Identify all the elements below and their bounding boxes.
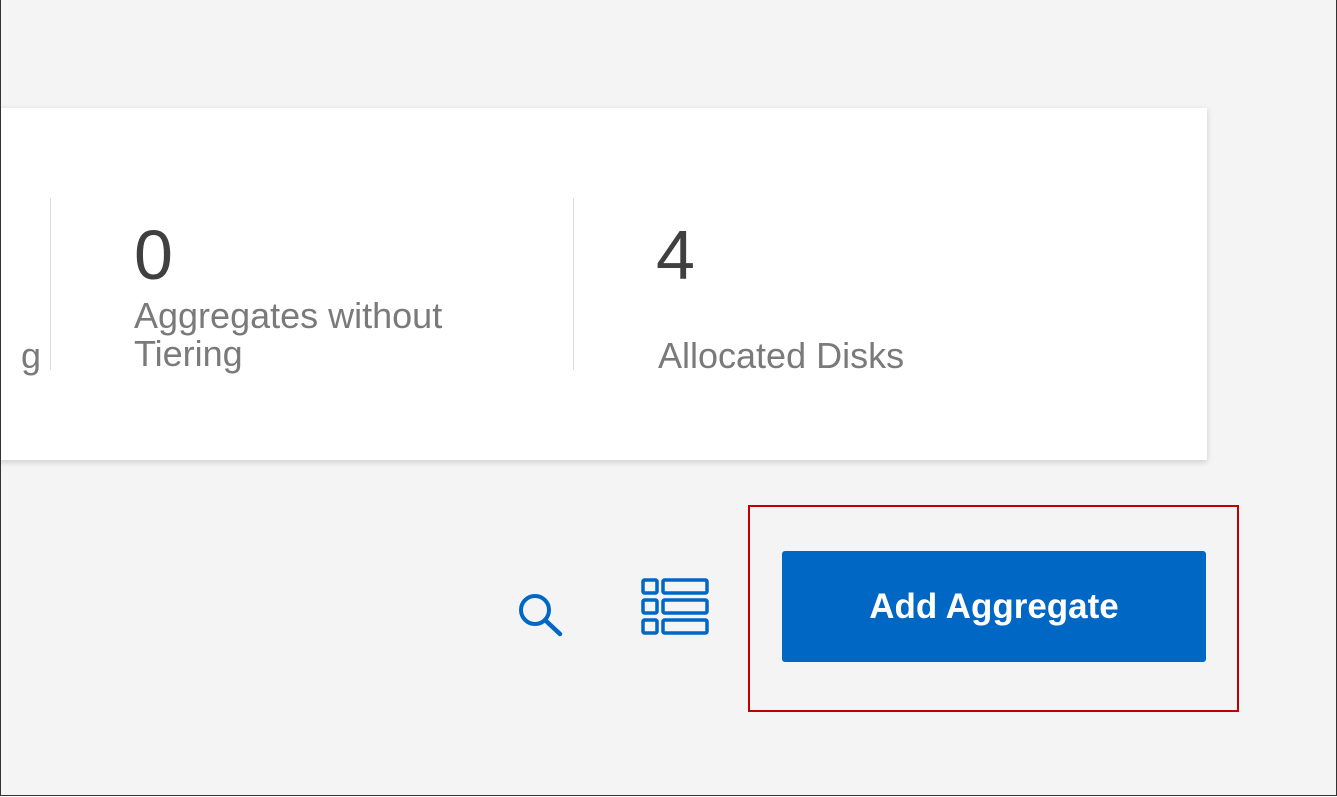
- stat-label-truncated: g: [21, 335, 42, 376]
- stat-value-aggregates-without-tiering: 0: [134, 216, 173, 294]
- stat-label-allocated-disks: Allocated Disks: [658, 335, 905, 376]
- page-content: g 0 Aggregates without Tiering 4 Allocat…: [0, 0, 1337, 796]
- stat-label-aggregates-without-tiering-line2: Tiering: [134, 333, 243, 374]
- stats-card: g 0 Aggregates without Tiering 4 Allocat…: [1, 108, 1207, 460]
- stats-divider: [50, 198, 51, 370]
- stat-value-allocated-disks: 4: [656, 216, 695, 294]
- stat-label-aggregates-without-tiering-line1: Aggregates without: [134, 295, 443, 336]
- stats-divider: [573, 198, 574, 370]
- add-aggregate-button[interactable]: Add Aggregate: [782, 551, 1206, 662]
- search-icon[interactable]: [516, 591, 566, 637]
- list-view-icon[interactable]: [641, 578, 709, 636]
